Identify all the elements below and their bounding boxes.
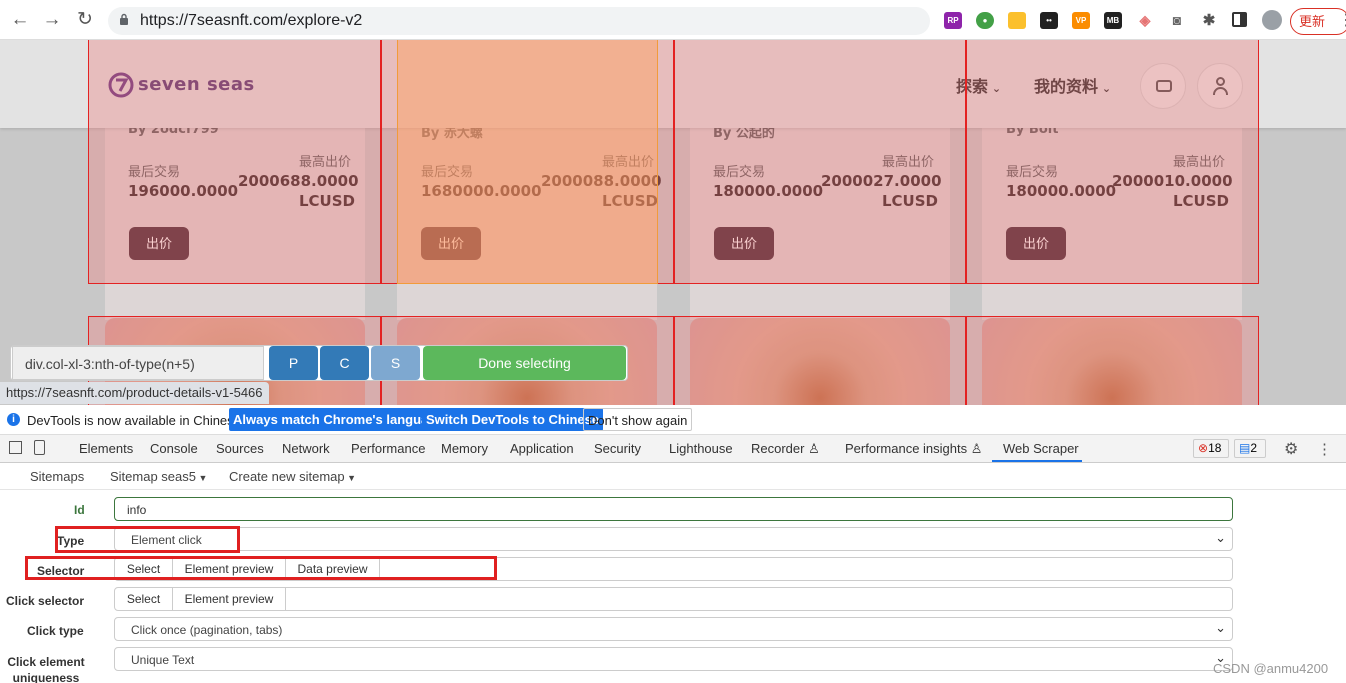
- forward-arrow-icon[interactable]: →: [40, 8, 64, 32]
- tab-sources[interactable]: Sources: [216, 441, 264, 456]
- more-options-icon[interactable]: ⋮: [1317, 440, 1332, 458]
- status-bar-url: https://7seasnft.com/product-details-v1-…: [0, 382, 269, 404]
- nav-sitemap-label: Sitemap seas5: [110, 469, 196, 484]
- selection-highlight: [88, 40, 381, 284]
- click-selector-label: Click selector: [6, 594, 85, 608]
- extension-mb-icon[interactable]: MB: [1104, 12, 1122, 29]
- tab-performance-insights-label: Performance insights: [845, 441, 968, 456]
- type-select[interactable]: Element click ⌄: [114, 527, 1233, 551]
- tab-recorder-label: Recorder: [751, 441, 805, 456]
- id-input-value: info: [127, 503, 147, 517]
- extension-chat-icon[interactable]: ●: [976, 12, 994, 29]
- active-tab-indicator: [992, 460, 1082, 462]
- id-label: Id: [74, 503, 85, 517]
- infobar-message: DevTools is now available in Chinese!: [27, 413, 245, 428]
- tab-performance-insights[interactable]: Performance insights ♙: [845, 441, 982, 457]
- select-parent-button[interactable]: P: [269, 346, 318, 380]
- dont-show-again-button[interactable]: Don't show again: [583, 408, 693, 431]
- settings-gear-icon[interactable]: ⚙: [1284, 439, 1298, 459]
- click-uniqueness-label: Click element uniqueness: [7, 655, 85, 683]
- tab-recorder[interactable]: Recorder ♙: [751, 441, 820, 457]
- nav-create-label: Create new sitemap: [229, 469, 345, 484]
- chevron-down-icon: ⌄: [1215, 530, 1226, 545]
- watermark: CSDN @anmu4200: [1213, 661, 1329, 676]
- tab-application[interactable]: Application: [510, 441, 574, 456]
- reload-icon[interactable]: ↻: [73, 8, 97, 32]
- back-arrow-icon[interactable]: ←: [8, 8, 32, 32]
- click-selector-element-preview-button[interactable]: Element preview: [173, 588, 286, 610]
- extension-vp-icon[interactable]: VP: [1072, 12, 1090, 29]
- selection-highlight: [966, 40, 1259, 284]
- annotation-box: [25, 556, 497, 580]
- selection-highlight: [674, 40, 966, 284]
- device-toggle-icon[interactable]: [34, 440, 45, 455]
- extension-share-icon[interactable]: ◈: [1136, 12, 1154, 29]
- click-selector-select-button[interactable]: Select: [115, 588, 173, 610]
- nav-create-sitemap[interactable]: Create new sitemap ▼: [229, 469, 356, 484]
- switch-chinese-button[interactable]: Switch DevTools to Chinese: [422, 408, 604, 431]
- tab-web-scraper[interactable]: Web Scraper: [1003, 441, 1079, 456]
- message-count: 2: [1250, 441, 1258, 455]
- done-selecting-button[interactable]: Done selecting: [423, 346, 626, 380]
- tab-lighthouse[interactable]: Lighthouse: [669, 441, 733, 456]
- camera-icon[interactable]: ◙: [1168, 12, 1186, 29]
- menu-dots-icon[interactable]: ⋮: [1338, 10, 1346, 30]
- sidebar-icon[interactable]: [1232, 12, 1247, 27]
- caret-down-icon: ▼: [196, 473, 208, 483]
- lock-icon: [120, 13, 128, 25]
- click-type-select[interactable]: Click once (pagination, tabs) ⌄: [114, 617, 1233, 641]
- tab-elements[interactable]: Elements: [79, 441, 133, 456]
- nav-sitemap-seas5[interactable]: Sitemap seas5 ▼: [110, 469, 207, 484]
- inspect-element-icon[interactable]: [9, 441, 22, 454]
- extension-image-icon[interactable]: [1008, 12, 1026, 29]
- tab-security[interactable]: Security: [594, 441, 641, 456]
- select-child-button[interactable]: C: [320, 346, 369, 380]
- match-language-button[interactable]: Always match Chrome's language: [229, 408, 448, 431]
- selector-input[interactable]: div.col-xl-3:nth-of-type(n+5): [12, 346, 264, 380]
- flask-icon: ♙: [967, 441, 983, 456]
- chevron-down-icon: ⌄: [1215, 620, 1226, 635]
- click-uniqueness-value: Unique Text: [131, 653, 195, 667]
- nav-sitemaps[interactable]: Sitemaps: [30, 469, 84, 484]
- url-text: https://7seasnft.com/explore-v2: [140, 12, 363, 29]
- click-type-label: Click type: [27, 624, 84, 638]
- message-icon: ▤: [1239, 441, 1251, 455]
- annotation-box: [55, 526, 240, 553]
- hover-highlight: [397, 40, 658, 284]
- click-type-value: Click once (pagination, tabs): [131, 623, 283, 637]
- error-count: 18: [1208, 441, 1222, 455]
- profile-avatar-icon[interactable]: [1262, 10, 1282, 30]
- message-count-badge[interactable]: ▤2: [1234, 439, 1266, 458]
- extension-dots-icon[interactable]: ••: [1040, 12, 1058, 29]
- tab-network[interactable]: Network: [282, 441, 330, 456]
- selection-highlight: [674, 316, 966, 405]
- select-sibling-button[interactable]: S: [371, 346, 420, 380]
- info-icon: i: [7, 413, 20, 426]
- extension-rp-icon[interactable]: RP: [944, 12, 962, 29]
- error-count-badge[interactable]: ⊗18: [1193, 439, 1229, 458]
- flask-icon: ♙: [804, 441, 820, 456]
- tab-performance[interactable]: Performance: [351, 441, 425, 456]
- caret-down-icon: ▼: [344, 473, 357, 483]
- error-icon: ⊗: [1198, 441, 1209, 455]
- puzzle-icon[interactable]: ✱: [1200, 12, 1218, 29]
- click-uniqueness-select[interactable]: Unique Text ⌄: [114, 647, 1233, 671]
- click-selector-field[interactable]: Select Element preview: [114, 587, 1233, 611]
- id-input[interactable]: info: [114, 497, 1233, 521]
- tab-memory[interactable]: Memory: [441, 441, 488, 456]
- tab-console[interactable]: Console: [150, 441, 198, 456]
- selection-highlight: [966, 316, 1259, 405]
